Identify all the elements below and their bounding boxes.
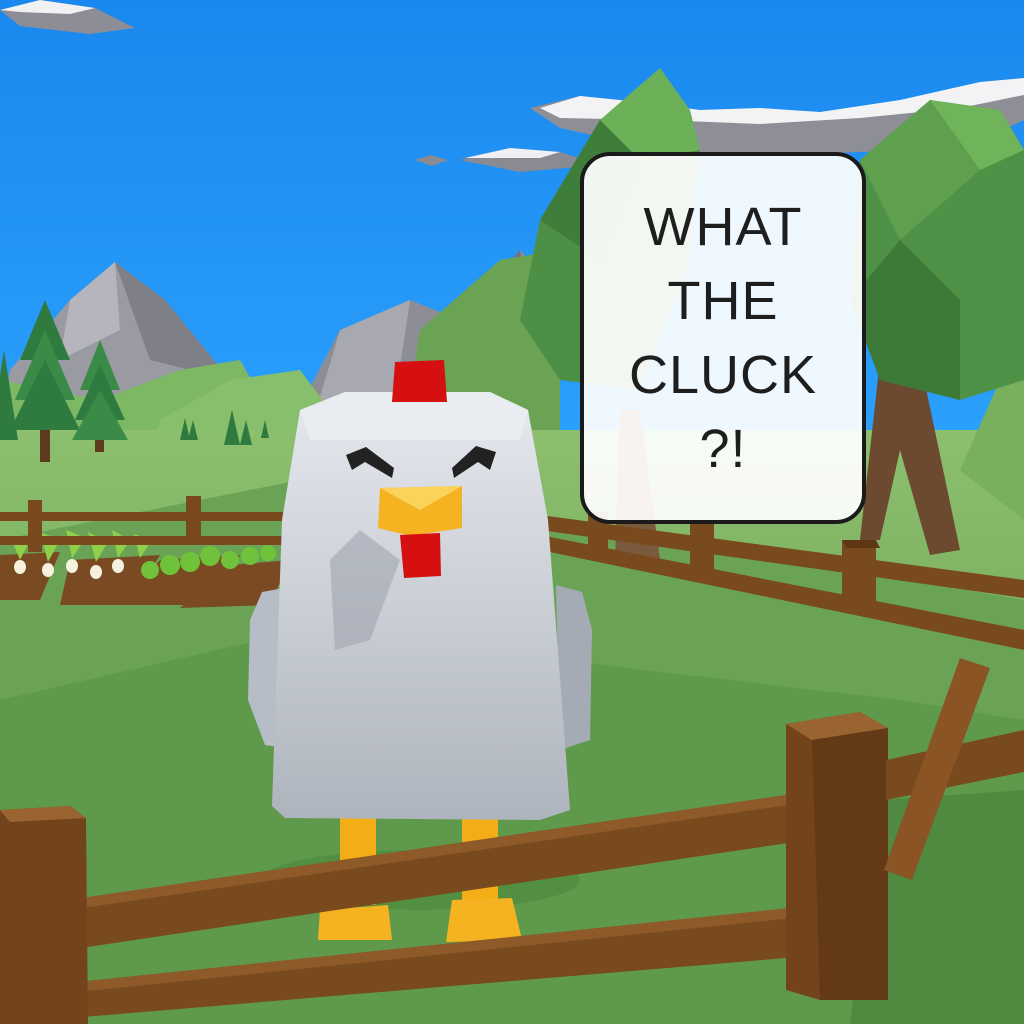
speech-line-2: THE xyxy=(667,271,779,331)
game-scene: WHAT THE CLUCK ?! xyxy=(0,0,1024,1024)
scene-art xyxy=(0,0,1024,1024)
speech-line-4: ?! xyxy=(699,419,747,479)
speech-line-3: CLUCK xyxy=(628,345,818,405)
speech-bubble: WHAT THE CLUCK ?! xyxy=(580,152,866,524)
speech-line-1: WHAT xyxy=(643,197,803,257)
